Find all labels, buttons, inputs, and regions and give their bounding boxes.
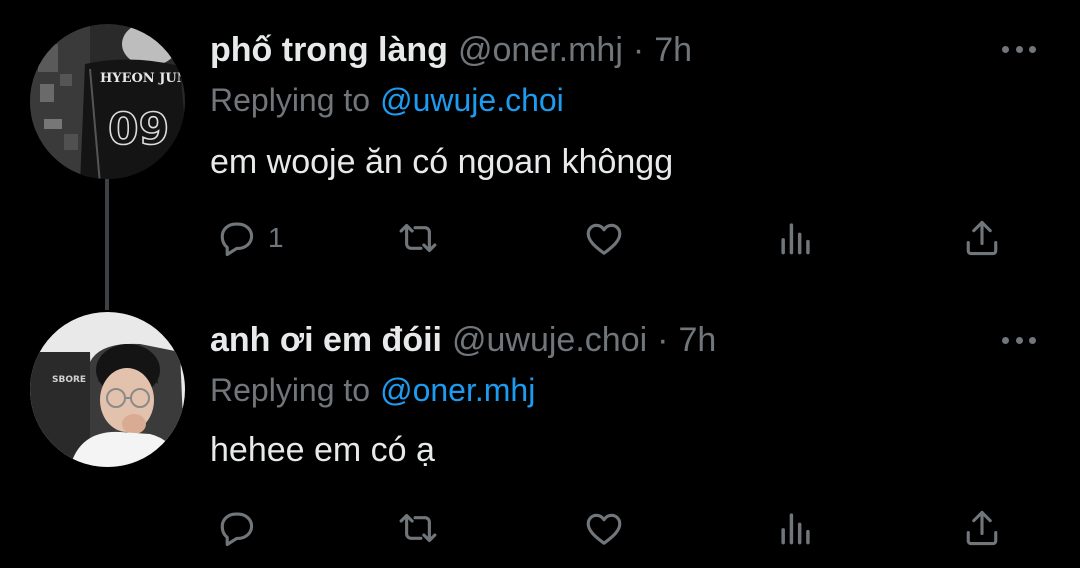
replying-to-label: Replying to <box>210 372 371 408</box>
retweet-button[interactable] <box>396 216 440 260</box>
tweet-2[interactable]: SBORE anh ơi em đóii @uwuje.choi · 7h Re… <box>0 290 1080 568</box>
reply-icon <box>214 506 258 550</box>
replying-to-mention[interactable]: @oner.mhj <box>380 372 535 408</box>
display-name[interactable]: anh ơi em đóii <box>210 320 442 360</box>
share-button[interactable] <box>960 216 1004 260</box>
replying-to-mention[interactable]: @uwuje.choi <box>380 82 564 118</box>
like-icon <box>582 216 626 260</box>
views-icon <box>774 216 818 260</box>
avatar[interactable]: SBORE <box>30 312 185 467</box>
like-button[interactable] <box>582 216 626 260</box>
reply-button[interactable]: 1 <box>214 216 284 260</box>
retweet-icon <box>396 216 440 260</box>
like-button[interactable] <box>582 506 626 550</box>
avatar[interactable]: HYEON JUN 09 <box>30 24 185 179</box>
more-icon[interactable] <box>1002 32 1036 66</box>
reply-button[interactable] <box>214 506 268 550</box>
replying-to-label: Replying to <box>210 82 371 118</box>
action-bar: 1 <box>210 216 1010 260</box>
views-button[interactable] <box>774 216 818 260</box>
tweet-text: em wooje ăn có ngoan khôngg <box>210 143 674 181</box>
reply-count: 1 <box>268 222 284 253</box>
timestamp[interactable]: 7h <box>678 320 716 360</box>
like-icon <box>582 506 626 550</box>
separator-dot: · <box>632 31 645 69</box>
tweet-1[interactable]: HYEON JUN 09 phố trong làng @oner.mhj · … <box>0 0 1080 310</box>
more-icon[interactable] <box>1002 323 1036 357</box>
retweet-icon <box>396 506 440 550</box>
jersey-number-text: 09 <box>108 104 169 155</box>
timestamp[interactable]: 7h <box>654 30 692 70</box>
chair-logo-text: SBORE <box>52 375 86 385</box>
views-icon <box>774 506 818 550</box>
replying-to: Replying to @uwuje.choi <box>210 80 564 120</box>
user-handle[interactable]: @uwuje.choi <box>452 320 647 360</box>
jersey-name-text: HYEON JUN <box>100 71 185 86</box>
retweet-button[interactable] <box>396 506 440 550</box>
tweet-header: anh ơi em đóii @uwuje.choi · 7h <box>210 320 716 360</box>
display-name[interactable]: phố trong làng <box>210 30 448 70</box>
tweet-text: hehee em có ạ <box>210 431 435 469</box>
user-handle[interactable]: @oner.mhj <box>458 30 623 70</box>
reply-icon <box>214 216 258 260</box>
share-icon <box>960 216 1004 260</box>
share-button[interactable] <box>960 506 1004 550</box>
action-bar <box>210 506 1010 550</box>
separator-dot: · <box>657 321 669 359</box>
views-button[interactable] <box>774 506 818 550</box>
tweet-header: phố trong làng @oner.mhj · 7h <box>210 30 692 70</box>
share-icon <box>960 506 1004 550</box>
replying-to: Replying to @oner.mhj <box>210 370 535 410</box>
